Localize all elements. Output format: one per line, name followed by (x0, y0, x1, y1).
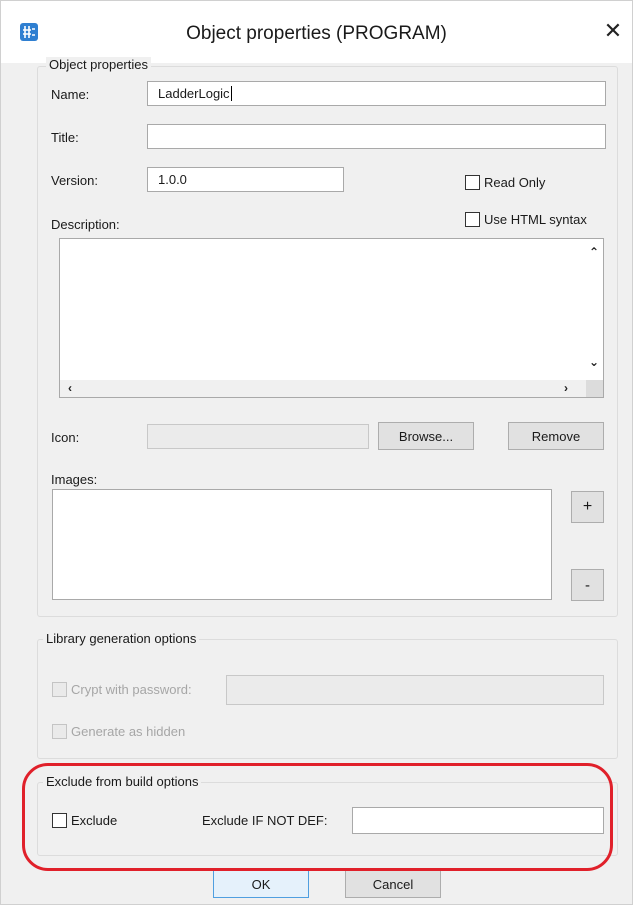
read-only-label: Read Only (484, 175, 546, 190)
description-textarea[interactable]: ⌃ ⌄ ‹ › (59, 238, 604, 398)
vertical-scrollbar[interactable]: ⌃ ⌄ (586, 239, 603, 378)
title-label: Title: (51, 130, 79, 145)
close-icon[interactable]: ✕ (600, 18, 626, 44)
scroll-left-icon[interactable]: ‹ (68, 381, 72, 395)
crypt-checkbox (52, 682, 67, 697)
horizontal-scrollbar[interactable]: ‹ › (60, 380, 603, 397)
scrollbar-corner (586, 380, 603, 397)
images-list[interactable] (52, 489, 552, 600)
library-options-legend: Library generation options (43, 631, 200, 646)
add-image-button[interactable]: + (571, 491, 604, 523)
name-label: Name: (51, 87, 90, 102)
images-label: Images: (51, 472, 98, 487)
dialog-window: Object properties (PROGRAM) ✕ Object pro… (0, 0, 633, 905)
remove-button[interactable]: Remove (508, 422, 604, 450)
version-input[interactable]: 1.0.0 (147, 167, 344, 192)
version-value: 1.0.0 (158, 172, 187, 187)
name-value: LadderLogic (158, 86, 230, 101)
scroll-down-icon[interactable]: ⌄ (589, 355, 599, 369)
title-bar: Object properties (PROGRAM) ✕ (1, 1, 632, 63)
remove-image-button[interactable]: - (571, 569, 604, 601)
icon-label: Icon: (51, 430, 80, 445)
crypt-label: Crypt with password: (71, 682, 192, 697)
text-cursor (230, 86, 232, 101)
object-properties-legend: Object properties (46, 57, 151, 72)
password-input (226, 675, 604, 705)
exclude-options-legend: Exclude from build options (43, 774, 202, 789)
exclude-label: Exclude (71, 813, 118, 828)
title-input[interactable] (147, 124, 606, 149)
version-label: Version: (51, 173, 98, 188)
ok-button[interactable]: OK (213, 870, 309, 898)
use-html-label: Use HTML syntax (484, 212, 587, 227)
scroll-up-icon[interactable]: ⌃ (589, 245, 599, 259)
cancel-button[interactable]: Cancel (345, 870, 441, 898)
scroll-right-icon[interactable]: › (564, 381, 568, 395)
exclude-checkbox[interactable] (52, 813, 67, 828)
description-label: Description: (51, 217, 120, 232)
hidden-checkbox (52, 724, 67, 739)
ifnotdef-label: Exclude IF NOT DEF: (202, 813, 328, 828)
name-input[interactable]: LadderLogic (147, 81, 606, 106)
use-html-checkbox[interactable] (465, 212, 480, 227)
ifnotdef-input[interactable] (352, 807, 604, 834)
hidden-label: Generate as hidden (71, 724, 186, 739)
read-only-checkbox[interactable] (465, 175, 480, 190)
icon-path-input (147, 424, 369, 449)
browse-button[interactable]: Browse... (378, 422, 474, 450)
window-title: Object properties (PROGRAM) (186, 23, 447, 44)
